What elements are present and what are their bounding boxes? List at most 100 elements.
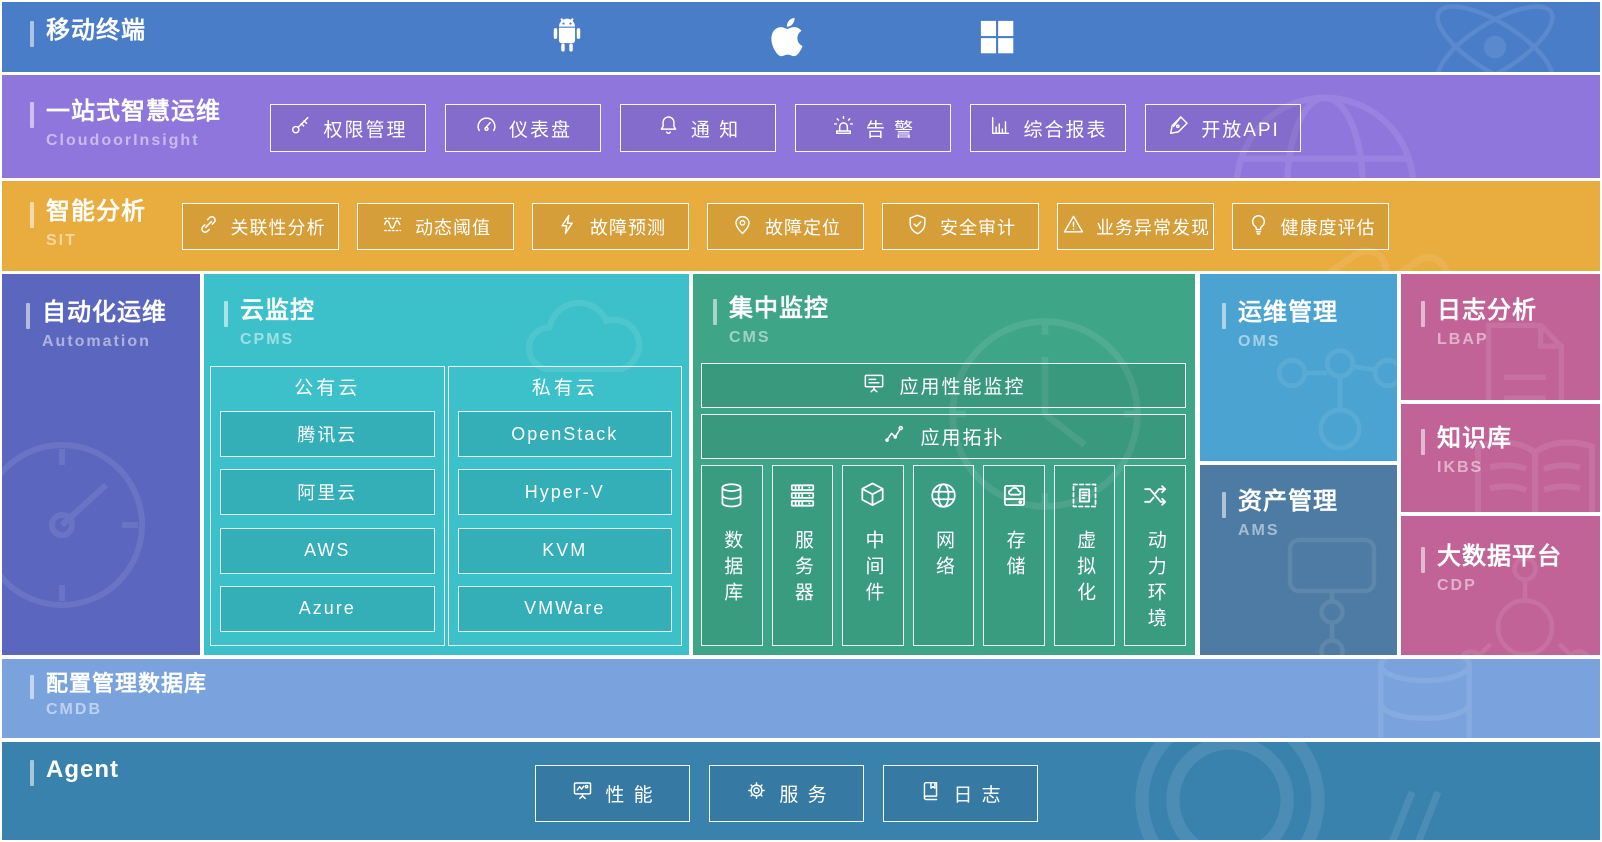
- resource-label: 存储: [1001, 530, 1028, 582]
- button-label: 故障预测: [590, 214, 666, 240]
- resource-col-virtualization[interactable]: 虚拟化: [1054, 465, 1116, 646]
- cloud-item-kvm[interactable]: KVM: [458, 528, 673, 574]
- pen-icon: [1166, 113, 1191, 144]
- topology-icon: [882, 421, 908, 453]
- title-accent-bar: [1421, 429, 1425, 455]
- key-icon: [288, 113, 313, 144]
- title-accent-bar: [713, 299, 717, 325]
- button-label: 健康度评估: [1281, 214, 1376, 240]
- shield-check-icon: [905, 212, 930, 242]
- windows-icon: [974, 14, 1020, 60]
- server-icon: [786, 479, 819, 517]
- book-icon: [918, 778, 943, 809]
- oms-subtitle: OMS: [1238, 333, 1338, 351]
- cloud-item-openstack[interactable]: OpenStack: [458, 411, 673, 457]
- private-cloud-group: 私有云 OpenStack Hyper-V KVM VMWare: [448, 366, 683, 646]
- virtualization-icon: [1068, 479, 1101, 517]
- log-analysis-block: 日志分析 LBAP: [1401, 274, 1600, 400]
- resource-col-middleware[interactable]: 中间件: [842, 465, 904, 646]
- dashboard-button[interactable]: 仪表盘: [445, 104, 601, 152]
- ring-watermark-icon: [1120, 742, 1340, 840]
- cube-icon: [856, 479, 889, 517]
- resource-label: 网络: [930, 530, 957, 582]
- resource-label: 中间件: [859, 530, 886, 608]
- dynamic-threshold-button[interactable]: 动态阈值: [357, 203, 514, 250]
- mobile-terminal-band: 移动终端: [2, 2, 1600, 72]
- button-label: 业务异常发现: [1096, 214, 1210, 240]
- cloud-item-vmware[interactable]: VMWare: [458, 586, 673, 632]
- cloud-item-aws[interactable]: AWS: [220, 528, 435, 574]
- flowchart-watermark-icon: [1260, 525, 1397, 655]
- globe-icon: [927, 479, 960, 517]
- cdp-title: 大数据平台: [1437, 544, 1562, 570]
- button-label: 性 能: [605, 780, 654, 807]
- permission-mgmt-button[interactable]: 权限管理: [270, 104, 426, 152]
- notification-button[interactable]: 通 知: [620, 104, 776, 152]
- knowledge-base-block: 知识库 IKBS: [1401, 404, 1600, 512]
- resource-col-database[interactable]: 数据库: [701, 465, 763, 646]
- cloud-item-azure[interactable]: Azure: [220, 586, 435, 632]
- agent-title: Agent: [46, 757, 119, 783]
- cloud-item-aliyun[interactable]: 阿里云: [220, 469, 435, 515]
- log-button[interactable]: 日 志: [883, 765, 1038, 822]
- ikbs-subtitle: IKBS: [1437, 459, 1512, 477]
- lbap-title: 日志分析: [1437, 298, 1537, 324]
- apm-button[interactable]: 应用性能监控: [701, 363, 1186, 408]
- resource-label: 动力环境: [1142, 530, 1169, 634]
- performance-button[interactable]: 性 能: [535, 765, 690, 822]
- business-anomaly-button[interactable]: 业务异常发现: [1057, 203, 1214, 250]
- button-label: 应用性能监控: [899, 372, 1025, 399]
- button-label: 仪表盘: [509, 115, 572, 142]
- lightning-icon: [555, 212, 580, 242]
- app-topology-button[interactable]: 应用拓扑: [701, 414, 1186, 459]
- alarm-button[interactable]: 告 警: [795, 104, 951, 152]
- apple-icon: [764, 14, 810, 60]
- big-data-platform-block: 大数据平台 CDP: [1401, 516, 1600, 655]
- agent-band: Agent 性 能 服 务 日 志: [2, 742, 1600, 840]
- resource-col-server[interactable]: 服务器: [772, 465, 834, 646]
- cpms-subtitle: CPMS: [240, 331, 315, 349]
- button-label: 通 知: [691, 115, 740, 142]
- smart-analysis-band: 智能分析 SIT 关联性分析 动态阈值 故障预测 故障定位: [2, 181, 1600, 271]
- cms-subtitle: CMS: [729, 329, 829, 347]
- title-accent-bar: [30, 202, 34, 228]
- automation-subtitle: Automation: [42, 333, 167, 351]
- title-accent-bar: [224, 301, 228, 327]
- resource-col-power-env[interactable]: 动力环境: [1124, 465, 1186, 646]
- ops-platform-architecture: 移动终端: [0, 0, 1602, 842]
- lightbulb-icon: [1246, 212, 1271, 242]
- cpms-title: 云监控: [240, 298, 315, 324]
- button-label: 综合报表: [1023, 115, 1107, 142]
- fault-prediction-button[interactable]: 故障预测: [532, 203, 689, 250]
- health-evaluation-button[interactable]: 健康度评估: [1232, 203, 1389, 250]
- button-label: 安全审计: [940, 214, 1016, 240]
- button-label: 故障定位: [765, 214, 841, 240]
- title-accent-bar: [1421, 301, 1425, 327]
- security-audit-button[interactable]: 安全审计: [882, 203, 1039, 250]
- title-accent-bar: [30, 21, 34, 47]
- mobile-band-title: 移动终端: [46, 18, 146, 44]
- shuffle-icon: [1139, 479, 1172, 517]
- open-api-button[interactable]: 开放API: [1145, 104, 1301, 152]
- lbap-subtitle: LBAP: [1437, 331, 1537, 349]
- resource-col-storage[interactable]: 存储: [983, 465, 1045, 646]
- title-accent-bar: [30, 675, 34, 699]
- gauge-watermark-icon: [2, 425, 162, 625]
- ams-title: 资产管理: [1238, 489, 1338, 515]
- button-label: 日 志: [953, 780, 1002, 807]
- cloud-item-tencent[interactable]: 腾讯云: [220, 411, 435, 457]
- correlation-analysis-button[interactable]: 关联性分析: [182, 203, 339, 250]
- fault-location-button[interactable]: 故障定位: [707, 203, 864, 250]
- reports-button[interactable]: 综合报表: [970, 104, 1126, 152]
- private-cloud-header: 私有云: [458, 367, 673, 411]
- smart-ops-band: 一站式智慧运维 CloudoorInsight 权限管理 仪表盘 通 知 告 警: [2, 75, 1600, 178]
- molecule-watermark-icon: [1260, 341, 1397, 461]
- service-button[interactable]: 服 务: [709, 765, 864, 822]
- asset-management-block: 资产管理 AMS: [1200, 465, 1397, 655]
- warning-triangle-icon: [1061, 212, 1086, 242]
- public-cloud-group: 公有云 腾讯云 阿里云 AWS Azure: [210, 366, 445, 646]
- button-label: 权限管理: [323, 115, 407, 142]
- resource-col-network[interactable]: 网络: [913, 465, 975, 646]
- storage-icon: [998, 479, 1031, 517]
- cloud-item-hyperv[interactable]: Hyper-V: [458, 469, 673, 515]
